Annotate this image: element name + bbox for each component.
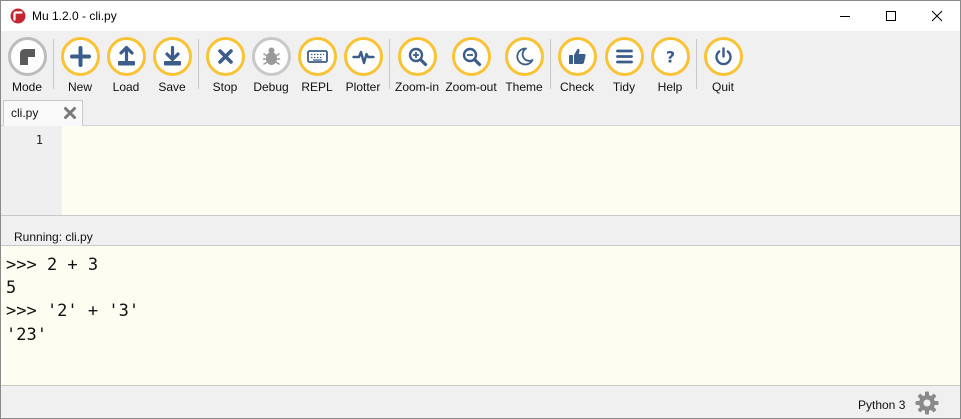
- repl-output[interactable]: >>> 2 + 3 5 >>> '2' + '3' '23': [1, 245, 960, 386]
- tab-label: cli.py: [11, 106, 39, 120]
- plotter-button[interactable]: Plotter: [339, 31, 387, 97]
- status-bar: Python 3: [1, 385, 960, 418]
- maximize-icon: [886, 11, 896, 21]
- repl-header: Running: cli.py: [1, 215, 960, 245]
- mode-button[interactable]: Mode: [3, 31, 51, 97]
- minimize-button[interactable]: [822, 1, 868, 31]
- save-button[interactable]: Save: [148, 31, 196, 97]
- power-icon: [715, 47, 732, 66]
- code-editor[interactable]: 1: [1, 126, 960, 215]
- window-title: Mu 1.2.0 - cli.py: [32, 9, 117, 23]
- zoom-out-icon: [462, 47, 482, 67]
- maximize-button[interactable]: [868, 1, 914, 31]
- plus-icon: [70, 46, 91, 67]
- line-number: 1: [35, 133, 43, 147]
- svg-text:?: ?: [666, 48, 675, 67]
- gear-icon[interactable]: [914, 390, 940, 416]
- pulse-icon: [352, 50, 375, 65]
- python-mode-status: Python 3: [858, 398, 906, 412]
- close-icon: [931, 10, 943, 22]
- close-window-button[interactable]: [914, 1, 960, 31]
- zoom-out-button[interactable]: Zoom-out: [445, 31, 497, 97]
- theme-button[interactable]: Theme: [500, 31, 548, 97]
- tab-cli-py[interactable]: cli.py: [3, 100, 83, 126]
- keyboard-icon: [307, 50, 328, 63]
- bug-icon: [262, 47, 281, 65]
- lines-icon: [616, 49, 633, 64]
- quit-button[interactable]: Quit: [699, 31, 747, 97]
- mu-logo-icon: [10, 8, 26, 24]
- minimize-icon: [840, 16, 850, 17]
- zoom-in-icon: [408, 47, 428, 67]
- title-bar[interactable]: Mu 1.2.0 - cli.py: [1, 1, 960, 31]
- upload-icon: [118, 45, 135, 66]
- repl-line: >>> 2 + 3: [6, 255, 99, 275]
- zoom-in-button[interactable]: Zoom-in: [393, 31, 441, 97]
- repl-line: '23': [6, 325, 47, 345]
- toolbar: Mode New Load Save Stop Debug REPL Plott…: [1, 31, 960, 97]
- help-button[interactable]: ? Help: [646, 31, 694, 97]
- download-icon: [164, 45, 181, 66]
- mode-icon: [20, 49, 35, 65]
- moon-icon: [516, 47, 534, 66]
- running-label: Running: cli.py: [14, 230, 93, 244]
- line-number-gutter: 1: [1, 126, 62, 215]
- repl-line: 5: [6, 278, 17, 298]
- tab-bar: cli.py: [1, 97, 960, 126]
- close-icon: [218, 49, 233, 64]
- quit-label: Quit: [711, 80, 734, 94]
- repl-line: >>> '2' + '3': [6, 301, 140, 321]
- question-icon: ?: [666, 48, 675, 67]
- close-icon[interactable]: [63, 106, 77, 120]
- mu-editor-window: Mu 1.2.0 - cli.py Mode New Load Save Sto…: [0, 0, 961, 419]
- thumbs-up-icon: [569, 48, 586, 64]
